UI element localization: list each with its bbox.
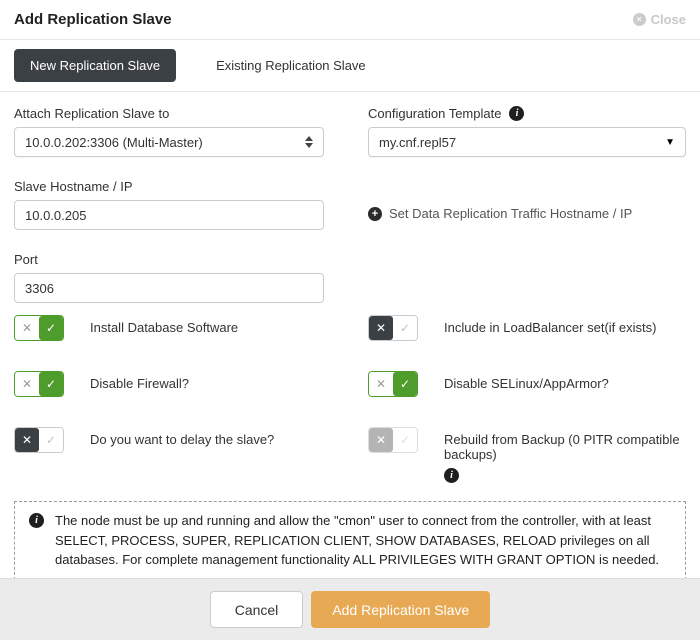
- toggle-check-icon: ✓: [39, 316, 63, 340]
- chevron-down-icon: ▼: [665, 137, 675, 148]
- plus-icon: +: [368, 207, 382, 221]
- toggle-check-icon: ✓: [393, 316, 417, 340]
- select-stepper-icon: [305, 136, 313, 148]
- toggle-x-icon: ✕: [15, 372, 39, 396]
- toggle-x-icon: ✕: [15, 316, 39, 340]
- toggle-check-icon: ✓: [393, 428, 417, 452]
- rebuild-backup-info-icon[interactable]: i: [444, 468, 459, 483]
- close-icon: ✕: [633, 13, 646, 26]
- close-label: Close: [651, 12, 686, 27]
- add-replication-slave-button[interactable]: Add Replication Slave: [311, 591, 490, 628]
- rebuild-from-backup-toggle: ✕ ✓: [368, 427, 418, 453]
- close-button[interactable]: ✕ Close: [633, 12, 686, 27]
- config-template-select[interactable]: my.cnf.repl57 ▼: [368, 127, 686, 157]
- install-db-software-toggle[interactable]: ✕ ✓: [14, 315, 64, 341]
- slave-hostname-label: Slave Hostname / IP: [14, 179, 324, 194]
- attach-selected-value: 10.0.0.202:3306 (Multi-Master): [25, 135, 203, 150]
- include-loadbalancer-label: Include in LoadBalancer set(if exists): [444, 315, 656, 335]
- delay-slave-label: Do you want to delay the slave?: [90, 427, 274, 447]
- slave-hostname-input[interactable]: [14, 200, 324, 230]
- disable-firewall-toggle[interactable]: ✕ ✓: [14, 371, 64, 397]
- disable-firewall-row: ✕ ✓ Disable Firewall?: [14, 371, 324, 397]
- toggle-check-icon: ✓: [39, 372, 63, 396]
- slave-hostname-field-group: Slave Hostname / IP: [14, 179, 324, 230]
- toggle-x-icon: ✕: [369, 316, 393, 340]
- toggle-x-icon: ✕: [369, 372, 393, 396]
- info-box: i The node must be up and running and al…: [14, 501, 686, 578]
- install-db-software-row: ✕ ✓ Install Database Software: [14, 315, 324, 341]
- disable-selinux-label: Disable SELinux/AppArmor?: [444, 371, 609, 391]
- set-traffic-hostname-label: Set Data Replication Traffic Hostname / …: [389, 206, 632, 221]
- rebuild-from-backup-label: Rebuild from Backup (0 PITR compatible b…: [444, 432, 686, 462]
- info-icon: i: [29, 513, 44, 528]
- disable-selinux-toggle[interactable]: ✕ ✓: [368, 371, 418, 397]
- include-loadbalancer-toggle[interactable]: ✕ ✓: [368, 315, 418, 341]
- add-replication-slave-dialog: Add Replication Slave ✕ Close New Replic…: [0, 0, 700, 640]
- dialog-footer: Cancel Add Replication Slave: [0, 578, 700, 640]
- port-field-group: Port: [14, 252, 324, 303]
- toggle-check-icon: ✓: [39, 428, 63, 452]
- include-loadbalancer-row: ✕ ✓ Include in LoadBalancer set(if exist…: [368, 315, 686, 341]
- install-db-software-label: Install Database Software: [90, 315, 238, 335]
- delay-slave-toggle[interactable]: ✕ ✓: [14, 427, 64, 453]
- toggle-x-icon: ✕: [369, 428, 393, 452]
- port-label: Port: [14, 252, 324, 267]
- port-input[interactable]: [14, 273, 324, 303]
- disable-firewall-label: Disable Firewall?: [90, 371, 189, 391]
- tab-bar: New Replication Slave Existing Replicati…: [0, 40, 700, 92]
- rebuild-from-backup-row: ✕ ✓ Rebuild from Backup (0 PITR compatib…: [368, 427, 686, 483]
- attach-master-select[interactable]: 10.0.0.202:3306 (Multi-Master): [14, 127, 324, 157]
- set-traffic-hostname-link[interactable]: + Set Data Replication Traffic Hostname …: [368, 179, 686, 221]
- config-template-info-icon[interactable]: i: [509, 106, 524, 121]
- attach-field-group: Attach Replication Slave to 10.0.0.202:3…: [14, 106, 324, 157]
- cancel-button[interactable]: Cancel: [210, 591, 304, 628]
- attach-label: Attach Replication Slave to: [14, 106, 324, 121]
- config-template-label: Configuration Template: [368, 106, 501, 121]
- delay-slave-row: ✕ ✓ Do you want to delay the slave?: [14, 427, 324, 453]
- dialog-header: Add Replication Slave ✕ Close: [0, 0, 700, 40]
- config-template-selected-value: my.cnf.repl57: [379, 135, 456, 150]
- toggle-check-icon: ✓: [393, 372, 417, 396]
- info-box-text: The node must be up and running and allo…: [55, 511, 671, 570]
- toggle-x-icon: ✕: [15, 428, 39, 452]
- page-title: Add Replication Slave: [14, 11, 172, 28]
- dialog-body: Attach Replication Slave to 10.0.0.202:3…: [0, 92, 700, 578]
- disable-selinux-row: ✕ ✓ Disable SELinux/AppArmor?: [368, 371, 686, 397]
- tab-new-replication-slave[interactable]: New Replication Slave: [14, 49, 176, 82]
- tab-existing-replication-slave[interactable]: Existing Replication Slave: [200, 49, 382, 82]
- config-template-field-group: Configuration Template i my.cnf.repl57 ▼: [368, 106, 686, 157]
